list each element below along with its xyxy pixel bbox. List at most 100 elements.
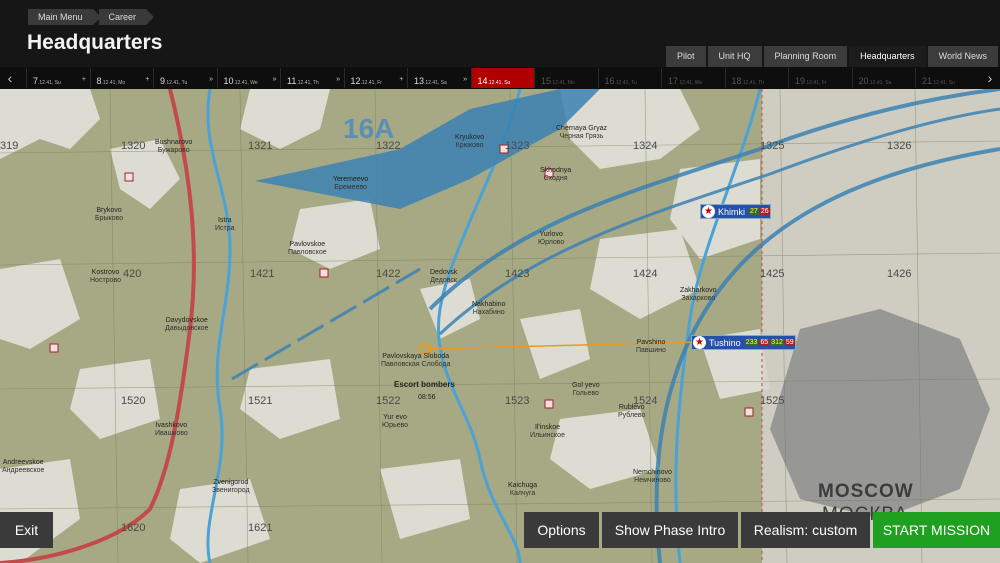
timeline-day[interactable]: 18.12.41, Th	[724, 68, 788, 88]
timeline-day-number: 10	[223, 76, 234, 86]
show-phase-intro-button[interactable]: Show Phase Intro	[602, 512, 738, 548]
page-title: Headquarters	[27, 31, 163, 54]
timeline-day[interactable]: 9.12.41, Tu»	[153, 68, 216, 88]
timeline-bar: ‹ 7.12.41, Su +8.12.41, Mo +9.12.41, Tu» 10…	[0, 67, 1000, 89]
breadcrumb-career[interactable]: Career	[98, 9, 154, 25]
timeline-day-number: 17	[668, 76, 679, 86]
realism-button[interactable]: Realism: custom	[741, 512, 870, 548]
town-andreevskoe: Andreevskoe Андреевское	[2, 459, 45, 474]
town-skhodnya: Skhodnya Сходня	[540, 167, 572, 182]
timeline-prev-arrow-icon[interactable]: ‹	[0, 67, 20, 89]
timeline-day-marker-icon: +	[399, 76, 404, 83]
airfield-stats: 27 26	[749, 208, 770, 215]
grid-square-label: 1324	[633, 140, 658, 152]
grid-square-label: 1522	[376, 395, 401, 407]
town-davydovskoe: Davydovskoe Давыдовское	[165, 317, 209, 332]
timeline-day-marker-icon: +	[81, 76, 86, 83]
timeline-day[interactable]: 15.12.41, Mo	[534, 68, 597, 88]
tactical-map[interactable]: 319 1320 1321 1322 1323 1324 1325 1326 4…	[0, 89, 1000, 563]
timeline-day-date: .12.41, Sa	[868, 80, 892, 86]
airfield-stats: 233 65 312 59	[744, 339, 795, 346]
airfield-khimki[interactable]: ★ Khimki 27 26	[700, 204, 771, 219]
timeline-day-date: .12.41, We	[233, 80, 258, 86]
town-kaichuga: Kaichuga Калчуга	[508, 482, 538, 497]
timeline-day[interactable]: 20.12.41, Sa	[851, 68, 915, 88]
start-mission-button[interactable]: START MISSION	[873, 512, 1000, 548]
grid-square-label: 1523	[505, 395, 530, 407]
tab-planning-room[interactable]: Planning Room	[763, 46, 848, 67]
grid-square-label: 420	[123, 268, 142, 280]
timeline-day[interactable]: 17.12.41, We	[661, 68, 724, 88]
grid-square-label: 319	[0, 140, 19, 152]
exit-button[interactable]: Exit	[0, 512, 53, 548]
airfield-tushino[interactable]: ★ Tushino 233 65 312 59	[691, 335, 796, 350]
town-istra: Istra Истра	[215, 217, 235, 232]
timeline-day-number: 13	[414, 76, 425, 86]
tab-world-news[interactable]: World News	[927, 46, 998, 67]
town-zakharkovo: Zakharkovo Захарково	[680, 287, 717, 302]
timeline-day[interactable]: 19.12.41, Fr	[788, 68, 851, 88]
moscow-label-en: MOSCOW	[818, 481, 914, 502]
tab-unit-hq[interactable]: Unit HQ	[707, 46, 762, 67]
timeline-day-date: .12.41, Th	[296, 80, 319, 86]
grid-square-label: 1521	[248, 395, 273, 407]
timeline-day[interactable]: 7.12.41, Su +	[26, 68, 89, 88]
timeline-next-arrow-icon[interactable]: ›	[980, 67, 1000, 89]
town-ivashkovo: Ivashkovo Ивашково	[155, 422, 188, 437]
grid-square-label: 1421	[250, 268, 275, 280]
town-kostrovo: Kostrovo Нострово	[90, 269, 121, 284]
town-dedovsk: Dedovsk Дедовск	[430, 269, 458, 284]
timeline-day-number: 20	[858, 76, 869, 86]
tab-headquarters[interactable]: Headquarters	[849, 46, 926, 67]
breadcrumb-main-menu[interactable]: Main Menu	[28, 9, 101, 25]
grid-square-label: 1321	[248, 140, 273, 152]
grid-square-label: 1525	[760, 395, 785, 407]
town-chernaya-gryaz: Chernaya Gryaz Черная Грязь	[556, 125, 607, 140]
timeline-day[interactable]: 10.12.41, We »	[216, 68, 280, 88]
timeline-day-date: .12.41, Th	[741, 80, 764, 86]
grid-square-label: 1325	[760, 140, 785, 152]
timeline-day[interactable]: 11.12.41, Th »	[280, 68, 343, 88]
grid-square-label: 1423	[505, 268, 530, 280]
timeline-day-marker-icon: +	[145, 76, 150, 83]
timeline-day-date: .12.41, Fr	[805, 80, 827, 86]
timeline-day-date: .12.41, Sa	[424, 80, 447, 86]
tab-pilot[interactable]: Pilot	[666, 46, 706, 67]
timeline-day-marker-icon: »	[336, 76, 340, 83]
grid-square-label: 1520	[121, 395, 146, 407]
army-label-16a: 16A	[343, 113, 395, 144]
timeline-day[interactable]: 14.12.41, Su	[470, 68, 534, 88]
timeline-day-number: 18	[731, 76, 742, 86]
timeline-day-date: .12.41, Fr	[360, 80, 382, 86]
town-nakhabino: Nakhabino Нахабино	[472, 301, 506, 316]
timeline-day-date: .12.41, Mo	[101, 80, 126, 86]
timeline-day-marker-icon: »	[463, 76, 467, 83]
timeline-day-number: 19	[795, 76, 806, 86]
grid-square-label: 1621	[248, 522, 273, 534]
timeline-day[interactable]: 21.12.41, Su	[915, 68, 978, 88]
timeline-day[interactable]: 16.12.41, Tu	[597, 68, 661, 88]
town-zvenigorod: Zvenigorod Звенигород	[212, 479, 250, 494]
grid-square-label: 1323	[505, 140, 530, 152]
timeline-day[interactable]: 13.12.41, Sa »	[407, 68, 470, 88]
timeline-day-number: 16	[604, 76, 615, 86]
breadcrumb: Main Menu Career	[28, 9, 154, 25]
header-bar: Main Menu Career Headquarters Pilot Unit…	[0, 0, 1000, 67]
timeline-day-number: 11	[287, 76, 297, 86]
timeline-day[interactable]: 8.12.41, Mo +	[89, 68, 153, 88]
options-button[interactable]: Options	[524, 512, 599, 548]
timeline-day-number: 21	[922, 76, 933, 86]
town-pavlovskaya-sloboda: Pavlovskaya Sloboda Павловская Слобода	[381, 353, 451, 368]
timeline-day-date: .12.41, Su	[38, 80, 61, 86]
timeline-day-date: .12.41, Su	[487, 80, 511, 86]
timeline-day-marker-icon: »	[272, 76, 277, 83]
town-golyevo: Gol yevo Гольево	[572, 382, 600, 397]
timeline-day[interactable]: 12.12.41, Fr +	[343, 68, 407, 88]
town-bushnarovo: Bushnarovo Бужарово	[155, 139, 193, 154]
town-kryukovo: Kryukovo Крюково	[455, 134, 485, 149]
grid-square-label: 1424	[633, 268, 658, 280]
grid-square-label: 1320	[121, 140, 146, 152]
town-pavshino: Pavshino Павшино	[636, 339, 666, 354]
grid-square-label: 1620	[121, 522, 146, 534]
timeline-day-marker-icon: »	[209, 76, 213, 83]
